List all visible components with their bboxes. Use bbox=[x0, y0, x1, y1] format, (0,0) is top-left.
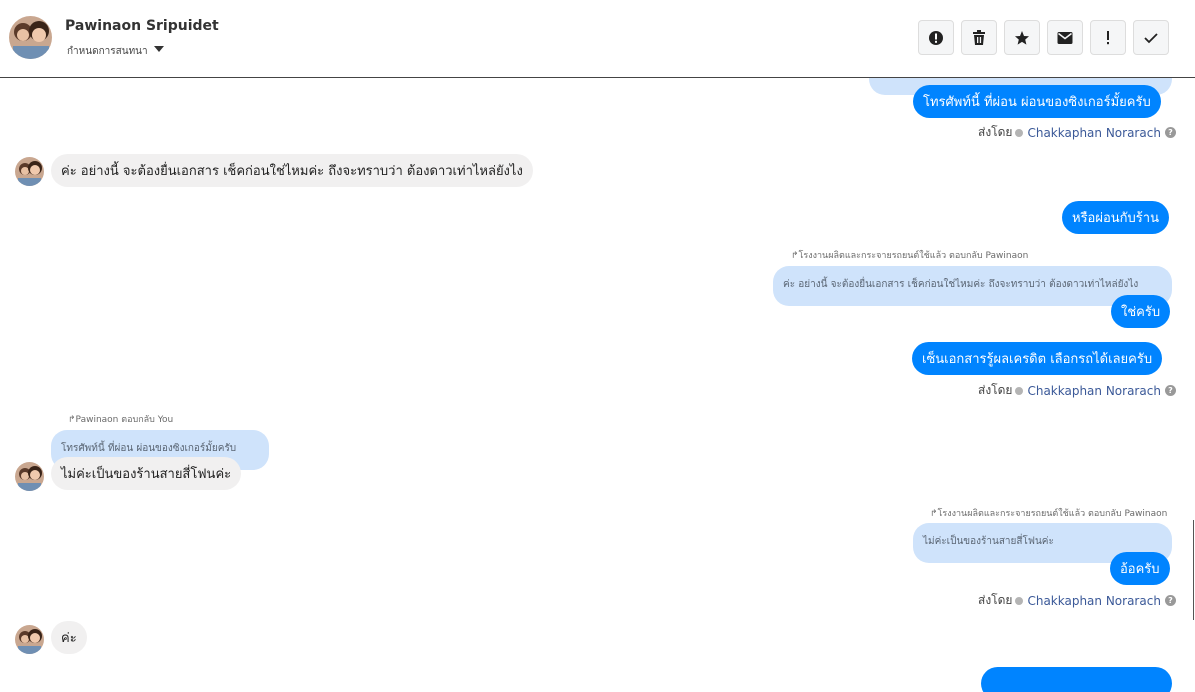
verified-icon bbox=[1015, 596, 1024, 605]
reply-icon: ↱ bbox=[68, 415, 76, 425]
help-icon[interactable]: ? bbox=[1164, 595, 1176, 606]
sent-by-label: ส่งโดย bbox=[978, 593, 1013, 607]
avatar[interactable] bbox=[15, 157, 44, 186]
message-outgoing[interactable]: ใช่ครับ bbox=[1111, 295, 1171, 328]
sent-by-line: ส่งโดย Chakkaphan Norarach ? bbox=[978, 123, 1176, 142]
mark-unread-button[interactable] bbox=[1047, 20, 1083, 55]
sent-by-label: ส่งโดย bbox=[978, 125, 1013, 139]
message-thread: โทรศัพท์นี้ ที่ผ่อน ผ่อนของซิงเกอร์มั้ยค… bbox=[0, 78, 1195, 692]
message-outgoing[interactable]: เซ็นเอกสารรู้ผลเครดิต เลือกรถได้เลยครับ bbox=[912, 342, 1163, 375]
done-button[interactable] bbox=[1133, 20, 1169, 55]
sender-link[interactable]: Chakkaphan Norarach bbox=[1027, 384, 1160, 398]
contact-name[interactable]: Pawinaon Sripuidet bbox=[65, 18, 219, 34]
message-outgoing-cut[interactable] bbox=[981, 667, 1172, 692]
message-outgoing[interactable]: อ้อครับ bbox=[1110, 552, 1170, 585]
verified-icon bbox=[1015, 128, 1024, 137]
chevron-down-icon[interactable] bbox=[154, 46, 164, 52]
reply-label: ↱Pawinaon ตอบกลับ You bbox=[68, 415, 174, 425]
important-button[interactable] bbox=[1090, 20, 1126, 55]
sent-by-label: ส่งโดย bbox=[978, 383, 1013, 397]
sent-by-line: ส่งโดย Chakkaphan Norarach ? bbox=[978, 591, 1176, 610]
delete-button[interactable] bbox=[961, 20, 997, 55]
scrollbar[interactable] bbox=[1193, 520, 1194, 620]
sender-link[interactable]: Chakkaphan Norarach bbox=[1027, 126, 1160, 140]
star-button[interactable] bbox=[1004, 20, 1040, 55]
trash-icon bbox=[973, 29, 985, 45]
conversation-header: Pawinaon Sripuidet กำหนดการสนทนา bbox=[0, 0, 1195, 78]
alert-circle-icon bbox=[929, 30, 943, 45]
star-icon bbox=[1015, 30, 1029, 45]
message-incoming[interactable]: ค่ะ อย่างนี้ จะต้องยื่นเอกสาร เช็คก่อนใช… bbox=[51, 154, 533, 187]
sent-by-line: ส่งโดย Chakkaphan Norarach ? bbox=[978, 381, 1176, 400]
message-outgoing[interactable]: หรือผ่อนกับร้าน bbox=[1062, 201, 1169, 234]
exclamation-icon bbox=[1107, 30, 1109, 44]
message-outgoing[interactable]: โทรศัพท์นี้ ที่ผ่อน ผ่อนของซิงเกอร์มั้ยค… bbox=[913, 85, 1161, 118]
reply-icon: ↱ bbox=[791, 251, 799, 261]
sender-link[interactable]: Chakkaphan Norarach bbox=[1027, 594, 1160, 608]
conversation-subtitle[interactable]: กำหนดการสนทนา bbox=[67, 44, 148, 56]
check-icon bbox=[1144, 32, 1158, 43]
help-icon[interactable]: ? bbox=[1164, 385, 1176, 396]
contact-avatar[interactable] bbox=[9, 16, 52, 59]
reply-label: ↱โรงงานผลิตและกระจายรถยนต์ใช้แล้ว ตอบกลั… bbox=[930, 509, 1168, 519]
reply-label: ↱โรงงานผลิตและกระจายรถยนต์ใช้แล้ว ตอบกลั… bbox=[791, 251, 1029, 261]
help-icon[interactable]: ? bbox=[1164, 127, 1176, 138]
quoted-message[interactable]: ค่ะ อย่างนี้ จะต้องยื่นเอกสาร เช็คก่อนใช… bbox=[773, 266, 1172, 306]
message-incoming[interactable]: ค่ะ bbox=[51, 621, 87, 654]
spam-button[interactable] bbox=[918, 20, 954, 55]
envelope-icon bbox=[1057, 31, 1073, 44]
reply-icon: ↱ bbox=[930, 509, 938, 519]
verified-icon bbox=[1015, 386, 1024, 395]
message-incoming[interactable]: ไม่ค่ะเป็นของร้านสายสี่โฟนค่ะ bbox=[51, 457, 242, 490]
avatar[interactable] bbox=[15, 625, 44, 654]
avatar[interactable] bbox=[15, 462, 44, 491]
